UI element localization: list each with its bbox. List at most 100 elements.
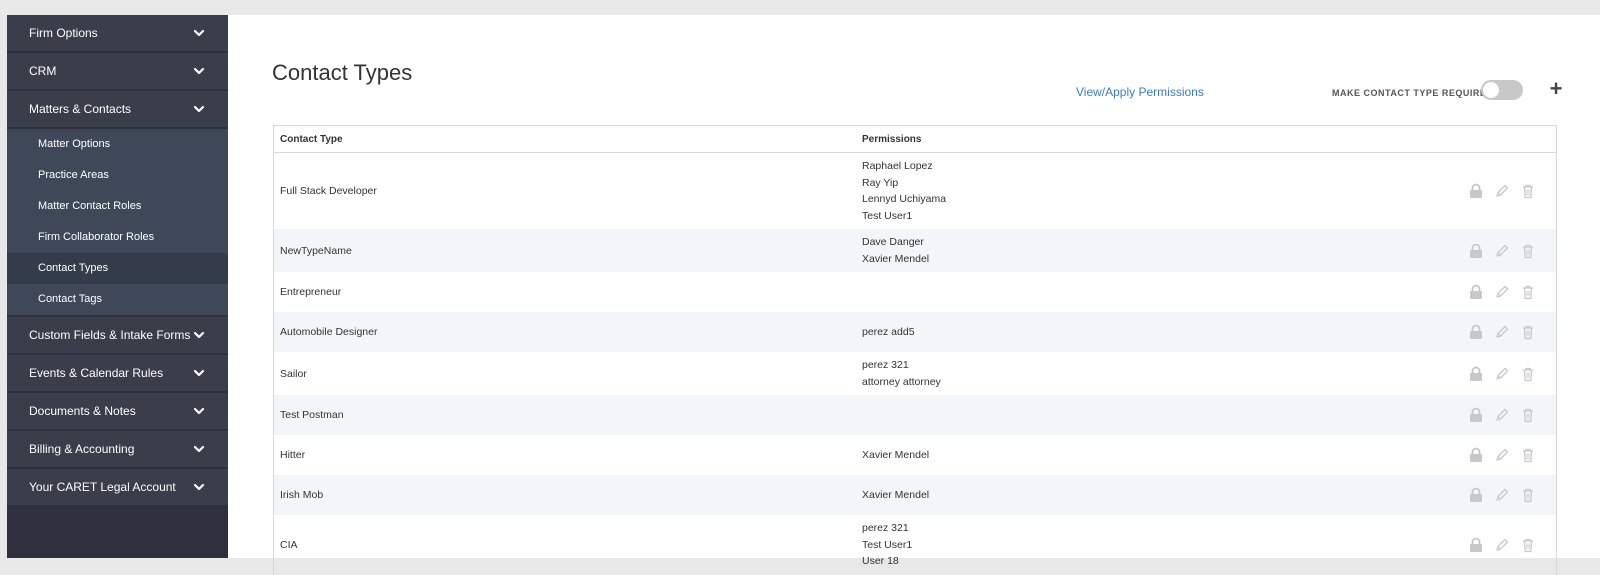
edit-button[interactable] (1494, 407, 1510, 423)
permissions-button[interactable] (1468, 407, 1484, 423)
delete-button[interactable] (1520, 284, 1536, 300)
contact-type-name: Sailor (280, 367, 307, 380)
chevron-down-icon (192, 26, 206, 40)
delete-button[interactable] (1520, 366, 1536, 382)
delete-button[interactable] (1520, 243, 1536, 259)
sidebar-group-label: Custom Fields & Intake Forms (29, 328, 191, 342)
permission-user: Test User1 (862, 209, 913, 222)
lock-icon (1468, 243, 1484, 259)
sidebar-group-billing-and-accounting[interactable]: Billing & Accounting (7, 431, 228, 467)
delete-button[interactable] (1520, 183, 1536, 199)
permissions-cell: perez add5 (862, 324, 1468, 341)
contact-type-name: NewTypeName (280, 244, 352, 257)
sidebar-group-events-and-calendar-rules[interactable]: Events & Calendar Rules (7, 355, 228, 391)
edit-button[interactable] (1494, 487, 1510, 503)
edit-button[interactable] (1494, 366, 1510, 382)
trash-icon (1520, 407, 1536, 423)
sidebar-group-label: Documents & Notes (29, 404, 136, 418)
pencil-icon (1494, 487, 1510, 503)
edit-button[interactable] (1494, 447, 1510, 463)
permissions-button[interactable] (1468, 447, 1484, 463)
chevron-down-icon (192, 480, 206, 494)
permissions-cell: Dave Danger Xavier Mendel (862, 234, 1468, 267)
permissions-button[interactable] (1468, 324, 1484, 340)
edit-button[interactable] (1494, 284, 1510, 300)
pencil-icon (1494, 537, 1510, 553)
chevron-down-icon (192, 328, 206, 342)
sidebar-group-matters-and-contacts[interactable]: Matters & Contacts (7, 91, 228, 127)
sidebar-item-contact-types[interactable]: Contact Types (7, 253, 228, 284)
table-row: Sailor perez 321 attorney attorney (274, 352, 1556, 395)
sidebar-group-crm[interactable]: CRM (7, 53, 228, 89)
pencil-icon (1494, 366, 1510, 382)
contact-type-name: Entrepreneur (280, 286, 342, 298)
permissions-button[interactable] (1468, 366, 1484, 382)
trash-icon (1520, 447, 1536, 463)
row-actions (1468, 284, 1556, 300)
permissions-button[interactable] (1468, 183, 1484, 199)
table-row: Entrepreneur (274, 272, 1556, 312)
add-contact-type-button[interactable]: + (1546, 77, 1566, 101)
row-actions (1468, 407, 1556, 423)
view-apply-permissions-link[interactable]: View/Apply Permissions (1076, 85, 1204, 99)
sidebar-item-practice-areas[interactable]: Practice Areas (7, 160, 228, 191)
delete-button[interactable] (1520, 487, 1536, 503)
table-row: Hitter Xavier Mendel (274, 435, 1556, 475)
sidebar-group-label: Matters & Contacts (29, 102, 132, 116)
lock-icon (1468, 284, 1484, 300)
top-bar (0, 0, 1600, 15)
pencil-icon (1494, 447, 1510, 463)
permissions-cell: Xavier Mendel (862, 487, 1468, 504)
delete-button[interactable] (1520, 324, 1536, 340)
delete-button[interactable] (1520, 537, 1536, 553)
lock-icon (1468, 183, 1484, 199)
delete-button[interactable] (1520, 407, 1536, 423)
permission-user: Dave Danger (862, 236, 924, 248)
pencil-icon (1494, 324, 1510, 340)
permissions-button[interactable] (1468, 537, 1484, 553)
pencil-icon (1494, 183, 1510, 199)
edit-button[interactable] (1494, 324, 1510, 340)
table-row: CIA perez 321 Test User1 User 18 (274, 515, 1556, 575)
main-content: Contact Types View/Apply Permissions MAK… (228, 15, 1600, 575)
sidebar-group-documents-and-notes[interactable]: Documents & Notes (7, 393, 228, 429)
permission-user: perez 321 (862, 522, 909, 534)
sidebar-group-label: Firm Options (29, 26, 98, 40)
edit-button[interactable] (1494, 537, 1510, 553)
permission-user: Xavier Mendel (862, 488, 930, 501)
table-row: NewTypeName Dave Danger Xavier Mendel (274, 229, 1556, 272)
table-row: Test Postman (274, 395, 1556, 435)
lock-icon (1468, 447, 1484, 463)
sidebar-group-custom-fields-and-intake-forms[interactable]: Custom Fields & Intake Forms (7, 317, 228, 353)
delete-button[interactable] (1520, 447, 1536, 463)
table-row: Automobile Designer perez add5 (274, 312, 1556, 352)
edit-button[interactable] (1494, 243, 1510, 259)
edit-button[interactable] (1494, 183, 1510, 199)
lock-icon (1468, 537, 1484, 553)
sidebar-item-matter-contact-roles[interactable]: Matter Contact Roles (7, 191, 228, 222)
permissions-cell: perez 321 attorney attorney (862, 357, 1468, 390)
permissions-cell: perez 321 Test User1 User 18 (862, 520, 1468, 570)
settings-sidebar: Firm Options CRM Matters & Contacts Matter… (7, 15, 228, 558)
permissions-button[interactable] (1468, 243, 1484, 259)
sidebar-item-firm-collaborator-roles[interactable]: Firm Collaborator Roles (7, 222, 228, 253)
pencil-icon (1494, 243, 1510, 259)
permissions-button[interactable] (1468, 284, 1484, 300)
sidebar-group-label: CRM (29, 64, 57, 78)
permission-user: User 18 (862, 555, 899, 567)
permissions-button[interactable] (1468, 487, 1484, 503)
chevron-down-icon (192, 64, 206, 78)
sidebar-group-your-caret-legal-account[interactable]: Your CARET Legal Account (7, 469, 228, 505)
contact-type-name: CIA (280, 538, 298, 551)
sidebar-item-matter-options[interactable]: Matter Options (7, 129, 228, 160)
make-contact-type-required-toggle[interactable] (1481, 80, 1523, 100)
sidebar-group-label: Your CARET Legal Account (29, 480, 176, 494)
contact-types-table: Contact Type Permissions Full Stack Deve… (273, 125, 1557, 575)
trash-icon (1520, 537, 1536, 553)
lock-icon (1468, 407, 1484, 423)
page-title: Contact Types (272, 60, 413, 85)
chevron-down-icon (192, 366, 206, 380)
contact-type-name: Test Postman (280, 409, 344, 421)
sidebar-item-contact-tags[interactable]: Contact Tags (7, 284, 228, 315)
sidebar-group-firm-options[interactable]: Firm Options (7, 15, 228, 51)
